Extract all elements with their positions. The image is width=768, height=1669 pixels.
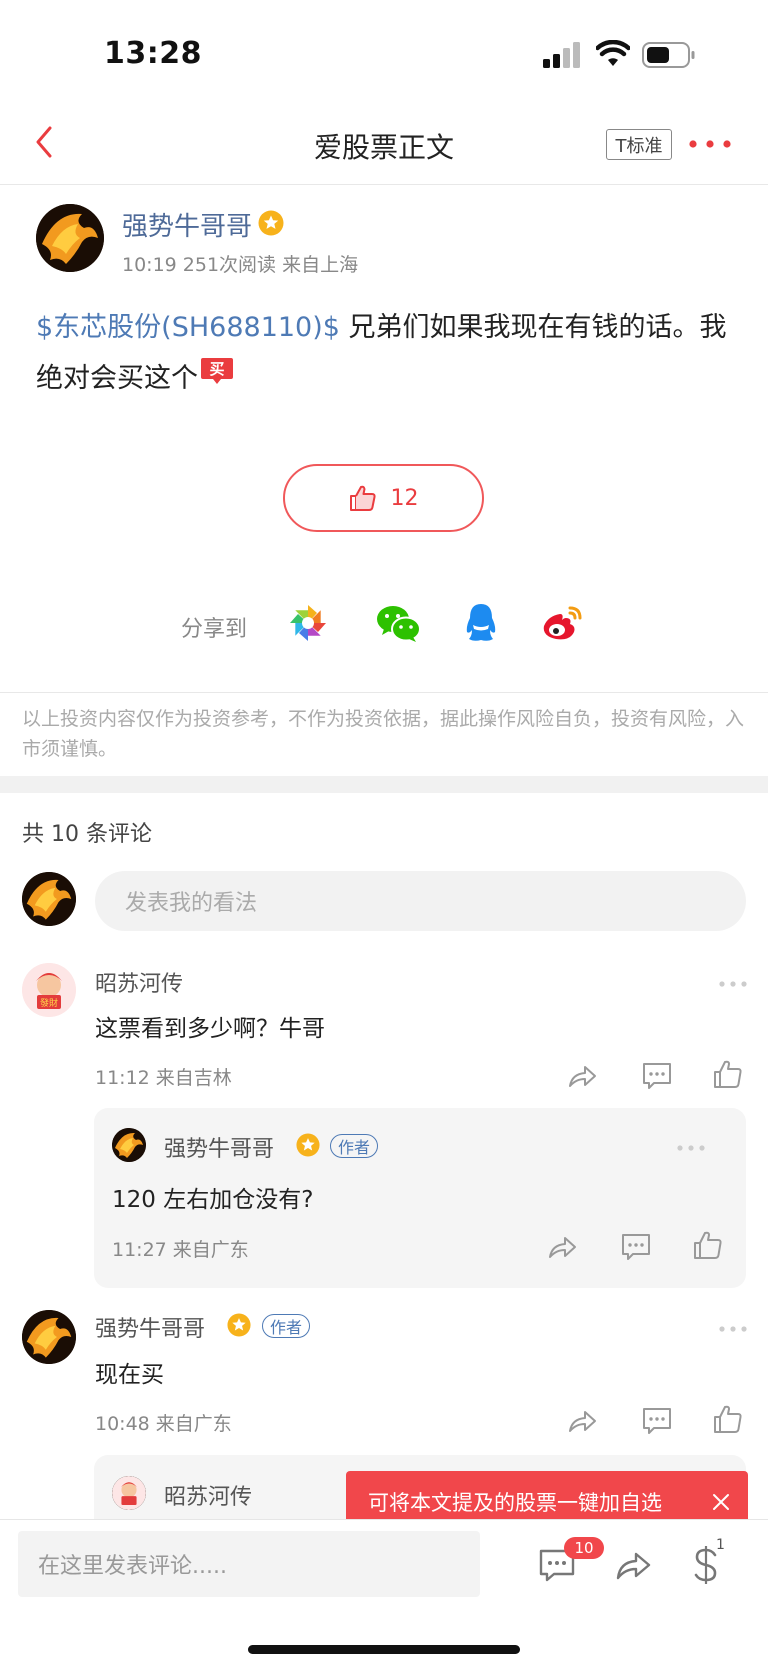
reply-author[interactable]: 昭苏河传 xyxy=(164,1479,252,1511)
comment-count-badge: 10 xyxy=(564,1537,604,1559)
disclaimer: 以上投资内容仅作为投资参考，不作为投资依据，据此操作风险自负，投资有风险，入市须… xyxy=(22,708,745,760)
thumbs-up-icon[interactable] xyxy=(692,1229,724,1261)
share-icon[interactable] xyxy=(546,1231,578,1263)
reply-meta: 11:27 来自广东 xyxy=(112,1239,249,1261)
reply-avatar[interactable] xyxy=(112,1128,146,1162)
share-icon[interactable] xyxy=(566,1405,598,1437)
battery-icon xyxy=(642,42,695,68)
comment-more-icon[interactable] xyxy=(718,980,748,988)
comment-input[interactable]: 发表我的看法 xyxy=(95,871,746,931)
reply-text: 120 左右加仓没有? xyxy=(112,1187,314,1213)
buy-tag-text: 买 xyxy=(209,360,224,378)
reply-more-icon[interactable] xyxy=(676,1144,706,1152)
share-icon[interactable] xyxy=(566,1060,598,1092)
author-name[interactable]: 强势牛哥哥 xyxy=(122,206,252,243)
like-count: 12 xyxy=(390,485,419,511)
thumbs-up-icon xyxy=(349,485,376,511)
qq-icon[interactable] xyxy=(464,602,498,644)
comment-author[interactable]: 昭苏河传 xyxy=(95,966,183,998)
status-time: 13:28 xyxy=(104,36,202,71)
divider xyxy=(0,692,768,693)
author-tag: 作者 xyxy=(330,1134,379,1158)
comment-reply-icon[interactable] xyxy=(620,1231,652,1263)
svg-text:發財: 發財 xyxy=(40,997,58,1009)
buy-tag-icon: 买 xyxy=(201,358,233,384)
wechat-icon[interactable] xyxy=(376,604,422,644)
comment-reply-icon[interactable] xyxy=(641,1060,673,1092)
verified-badge-icon xyxy=(296,1133,320,1157)
thumbs-up-icon[interactable] xyxy=(712,1403,744,1435)
text-size-button[interactable]: T标准 xyxy=(606,129,672,160)
cellular-signal-icon xyxy=(543,42,580,68)
verified-badge-icon xyxy=(258,210,284,236)
weibo-icon[interactable] xyxy=(542,604,584,642)
comment-text: 现在买 xyxy=(95,1362,164,1388)
comment-reply-icon[interactable] xyxy=(641,1405,673,1437)
reward-count: 1 xyxy=(716,1537,725,1553)
comment-author[interactable]: 强势牛哥哥 xyxy=(95,1311,205,1343)
thumbs-up-icon[interactable] xyxy=(712,1058,744,1090)
more-options-icon[interactable] xyxy=(688,136,732,152)
section-separator xyxy=(0,776,768,793)
reply-author[interactable]: 强势牛哥哥 xyxy=(164,1131,274,1163)
commenter-avatar[interactable]: 發財 xyxy=(22,963,76,1017)
my-avatar xyxy=(22,872,76,926)
like-button[interactable]: 12 xyxy=(283,464,484,532)
post-body: $东芯股份(SH688110)$ 兄弟们如果我现在有钱的话。我绝对会买这个 买 xyxy=(36,302,736,404)
author-tag: 作者 xyxy=(262,1314,311,1338)
close-icon[interactable] xyxy=(712,1493,730,1511)
comment-text: 这票看到多少啊？牛哥 xyxy=(95,1016,325,1042)
reply-avatar[interactable] xyxy=(112,1476,146,1510)
author-avatar[interactable] xyxy=(36,204,104,272)
comment-count: 共 10 条评论 xyxy=(22,822,152,847)
home-indicator xyxy=(248,1645,520,1654)
moments-icon[interactable] xyxy=(289,604,327,642)
comment-meta: 11:12 来自吉林 xyxy=(95,1067,232,1089)
stock-link[interactable]: $东芯股份(SH688110)$ xyxy=(36,312,340,343)
wifi-icon xyxy=(596,40,630,66)
comment-more-icon[interactable] xyxy=(718,1325,748,1333)
commenter-avatar[interactable] xyxy=(22,1310,76,1364)
comment-meta: 10:48 来自广东 xyxy=(95,1413,232,1435)
toast-text: 可将本文提及的股票一键加自选 xyxy=(368,1491,662,1515)
post-meta: 10:19 251次阅读 来自上海 xyxy=(122,254,359,276)
verified-badge-icon xyxy=(227,1313,251,1337)
divider xyxy=(0,184,768,185)
share-label: 分享到 xyxy=(181,617,248,642)
share-icon[interactable] xyxy=(614,1546,652,1584)
bottom-comment-input[interactable]: 在这里发表评论..... xyxy=(18,1531,480,1597)
